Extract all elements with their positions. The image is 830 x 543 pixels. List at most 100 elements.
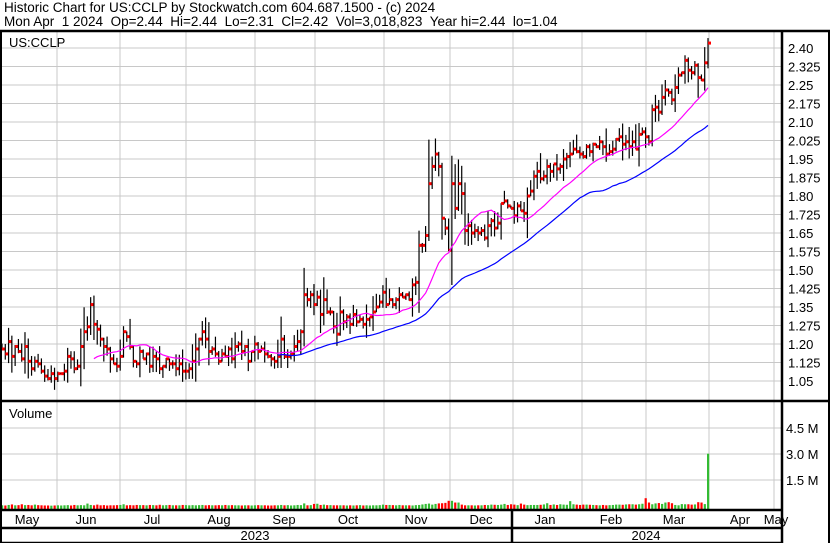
- close-tick: [195, 347, 199, 351]
- close-tick: [586, 145, 590, 149]
- close-tick: [156, 357, 160, 361]
- month-label: May: [764, 512, 789, 527]
- close-tick: [392, 303, 396, 307]
- close-tick: [419, 243, 423, 247]
- close-tick: [84, 330, 88, 334]
- close-tick: [31, 367, 35, 371]
- price-tick-label: 1.425: [788, 282, 821, 297]
- close-tick: [366, 317, 370, 321]
- close-tick: [215, 352, 219, 356]
- close-tick: [389, 298, 393, 302]
- month-label: Aug: [207, 512, 230, 527]
- close-tick: [34, 359, 38, 363]
- month-label: May: [15, 512, 40, 527]
- volume-panel-label: Volume: [9, 406, 52, 421]
- close-tick: [701, 78, 705, 82]
- close-tick: [662, 95, 666, 99]
- close-tick: [189, 367, 193, 371]
- price-tick-label: 1.575: [788, 245, 821, 260]
- month-label: Sep: [272, 512, 295, 527]
- close-tick: [497, 221, 501, 225]
- close-tick: [386, 303, 390, 307]
- close-tick: [491, 219, 495, 223]
- close-tick: [382, 290, 386, 294]
- price-tick-label: 2.175: [788, 97, 821, 112]
- close-tick: [455, 206, 459, 210]
- close-tick: [589, 150, 593, 154]
- month-label: Apr: [730, 512, 751, 527]
- close-tick: [159, 367, 163, 371]
- close-tick: [501, 201, 505, 205]
- close-tick: [267, 354, 271, 358]
- close-tick: [570, 152, 574, 156]
- close-tick: [415, 280, 419, 284]
- close-tick: [353, 312, 357, 316]
- close-tick: [2, 347, 5, 351]
- close-tick: [547, 164, 551, 168]
- moving-average-ma50: [277, 124, 709, 357]
- month-label: Feb: [600, 512, 622, 527]
- close-tick: [402, 295, 406, 299]
- close-tick: [320, 312, 324, 316]
- close-tick: [294, 345, 298, 349]
- close-tick: [208, 349, 212, 353]
- close-tick: [162, 364, 166, 368]
- close-tick: [655, 105, 659, 109]
- close-tick: [625, 140, 629, 144]
- month-label: Jan: [535, 512, 556, 527]
- price-tick-label: 1.65: [788, 226, 813, 241]
- month-label: Jul: [144, 512, 161, 527]
- close-tick: [563, 157, 567, 161]
- close-tick: [80, 345, 84, 349]
- close-tick: [70, 357, 74, 361]
- close-tick: [258, 349, 262, 353]
- price-tick-label: 2.025: [788, 134, 821, 149]
- close-tick: [8, 340, 12, 344]
- close-tick: [379, 300, 383, 304]
- close-tick: [435, 152, 439, 156]
- close-tick: [120, 354, 124, 358]
- volume-bar: [644, 498, 647, 510]
- close-tick: [18, 349, 22, 353]
- close-tick: [550, 169, 554, 173]
- close-tick: [307, 298, 311, 302]
- price-tick-label: 1.35: [788, 300, 813, 315]
- close-tick: [235, 345, 239, 349]
- month-label: Nov: [404, 512, 428, 527]
- close-tick: [484, 236, 488, 240]
- price-tick-label: 2.325: [788, 60, 821, 75]
- close-tick: [451, 182, 455, 186]
- close-tick: [530, 189, 534, 193]
- close-tick: [169, 362, 173, 366]
- close-tick: [107, 347, 111, 351]
- close-tick: [248, 359, 252, 363]
- close-tick: [44, 374, 48, 378]
- close-tick: [487, 224, 491, 228]
- close-tick: [675, 85, 679, 89]
- volume-bar: [447, 500, 450, 510]
- close-tick: [38, 362, 42, 366]
- close-tick: [422, 243, 426, 247]
- close-tick: [442, 216, 446, 220]
- price-tick-label: 1.50: [788, 263, 813, 278]
- close-tick: [15, 345, 19, 349]
- close-tick: [494, 226, 498, 230]
- close-tick: [327, 310, 331, 314]
- close-tick: [622, 142, 626, 146]
- year-label: 2023: [241, 528, 270, 543]
- close-tick: [553, 162, 557, 166]
- month-label: Oct: [338, 512, 359, 527]
- close-tick: [642, 130, 646, 134]
- price-tick-label: 2.10: [788, 115, 813, 130]
- close-tick: [238, 342, 242, 346]
- close-tick: [136, 362, 140, 366]
- close-tick: [556, 167, 560, 171]
- close-tick: [465, 229, 469, 233]
- close-tick: [593, 142, 597, 146]
- price-tick-label: 2.25: [788, 78, 813, 93]
- close-tick: [363, 322, 367, 326]
- volume-bar: [707, 453, 710, 510]
- close-tick: [474, 229, 478, 233]
- close-tick: [698, 76, 702, 80]
- close-tick: [596, 145, 600, 149]
